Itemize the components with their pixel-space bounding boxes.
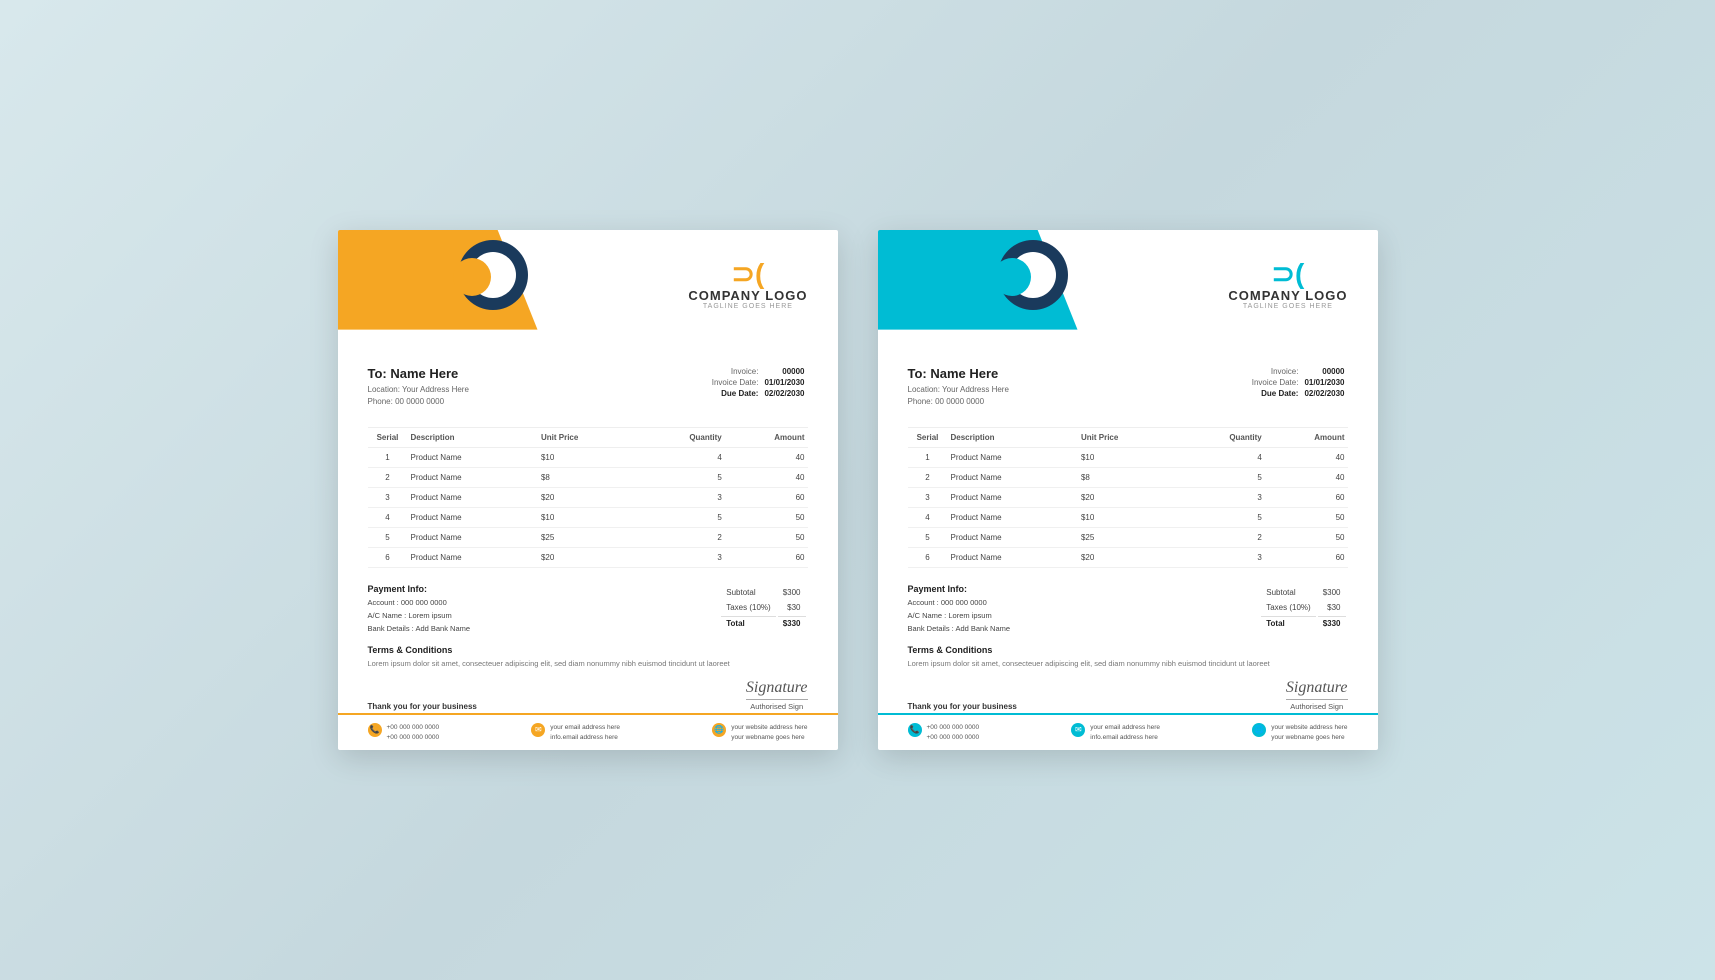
footer-blue: 📞 +00 000 000 0000 +00 000 000 0000 ✉ yo…: [878, 713, 1378, 751]
footer-phone-blue: 📞 +00 000 000 0000 +00 000 000 0000: [908, 723, 980, 743]
bill-to-blue: To: Name Here Location: Your Address Her…: [908, 366, 1249, 410]
thankyou-orange: Thank you for your business: [368, 702, 477, 711]
company-tagline-orange: TAGLINE GOES HERE: [688, 303, 807, 310]
table-row: 6 Product Name $20 3 60: [368, 548, 808, 568]
logo-symbol-blue: ⊃(: [1272, 258, 1305, 289]
web-icon-orange: 🌐: [712, 723, 726, 737]
footer-email-orange: ✉ your email address here info.email add…: [531, 723, 620, 743]
footer-phone-orange: 📞 +00 000 000 0000 +00 000 000 0000: [368, 723, 440, 743]
signature-orange: Signature Authorised Sign: [746, 678, 808, 711]
header-circle-inner-orange: [453, 258, 491, 296]
payment-info-blue: Payment Info: Account : 000 000 0000 A/C…: [908, 584, 1260, 635]
bill-to-name-orange: To: Name Here: [368, 366, 709, 381]
footer-web-text-orange: your website address here your webname g…: [731, 723, 807, 743]
col-amount-blue: Amount: [1265, 428, 1348, 448]
invoice-meta-blue: Invoice: 00000 Invoice Date: 01/01/2030 …: [1249, 366, 1348, 399]
footer-email-blue: ✉ your email address here info.email add…: [1071, 723, 1160, 743]
bill-section-orange: To: Name Here Location: Your Address Her…: [338, 350, 838, 420]
totals-blue: Subtotal $300 Taxes (10%) $30 Total $330: [1259, 584, 1347, 632]
terms-blue: Terms & Conditions Lorem ipsum dolor sit…: [878, 641, 1378, 673]
table-row: 6 Product Name $20 3 60: [908, 548, 1348, 568]
signature-label-orange: Authorised Sign: [746, 699, 808, 711]
bill-to-address-orange: Location: Your Address Here Phone: 00 00…: [368, 384, 709, 410]
table-row: 4 Product Name $10 5 50: [908, 508, 1348, 528]
email-icon-blue: ✉: [1071, 723, 1085, 737]
table-row: 1 Product Name $10 4 40: [368, 448, 808, 468]
col-desc-blue: Description: [948, 428, 1078, 448]
logo-symbol-orange: ⊃(: [732, 258, 765, 289]
phone-icon-orange: 📞: [368, 723, 382, 737]
table-row: 4 Product Name $10 5 50: [368, 508, 808, 528]
signature-label-blue: Authorised Sign: [1286, 699, 1348, 711]
company-tagline-blue: TAGLINE GOES HERE: [1228, 303, 1347, 310]
terms-orange: Terms & Conditions Lorem ipsum dolor sit…: [338, 641, 838, 673]
col-unit-blue: Unit Price: [1078, 428, 1177, 448]
col-serial-orange: Serial: [368, 428, 408, 448]
phone-icon-blue: 📞: [908, 723, 922, 737]
bottom-section-blue: Thank you for your business Signature Au…: [878, 674, 1378, 713]
table-row: 5 Product Name $25 2 50: [908, 528, 1348, 548]
header-circle-inner-blue: [993, 258, 1031, 296]
invoice-table-orange: Serial Description Unit Price Quantity A…: [368, 427, 808, 568]
summary-orange: Payment Info: Account : 000 000 0000 A/C…: [338, 576, 838, 641]
company-name-blue: COMPANY LOGO: [1228, 288, 1347, 303]
signature-blue: Signature Authorised Sign: [1286, 678, 1348, 711]
col-desc-orange: Description: [408, 428, 538, 448]
footer-phone-text-blue: +00 000 000 0000 +00 000 000 0000: [927, 723, 980, 743]
col-amount-orange: Amount: [725, 428, 808, 448]
table-row: 1 Product Name $10 4 40: [908, 448, 1348, 468]
footer-email-text-orange: your email address here info.email addre…: [550, 723, 620, 743]
table-row: 3 Product Name $20 3 60: [908, 488, 1348, 508]
footer-email-text-blue: your email address here info.email addre…: [1090, 723, 1160, 743]
company-name-orange: COMPANY LOGO: [688, 288, 807, 303]
thankyou-blue: Thank you for your business: [908, 702, 1017, 711]
col-qty-orange: Quantity: [637, 428, 725, 448]
company-logo-blue: ⊃( COMPANY LOGO TAGLINE GOES HERE: [1228, 260, 1347, 310]
invoice-header-blue: ⊃( COMPANY LOGO TAGLINE GOES HERE: [878, 230, 1378, 350]
summary-blue: Payment Info: Account : 000 000 0000 A/C…: [878, 576, 1378, 641]
table-row: 2 Product Name $8 5 40: [908, 468, 1348, 488]
col-qty-blue: Quantity: [1177, 428, 1265, 448]
invoice-meta-orange: Invoice: 00000 Invoice Date: 01/01/2030 …: [709, 366, 808, 399]
table-row: 3 Product Name $20 3 60: [368, 488, 808, 508]
bill-section-blue: To: Name Here Location: Your Address Her…: [878, 350, 1378, 420]
bill-to-name-blue: To: Name Here: [908, 366, 1249, 381]
company-logo-orange: ⊃( COMPANY LOGO TAGLINE GOES HERE: [688, 260, 807, 310]
footer-web-blue: 🌐 your website address here your webname…: [1252, 723, 1347, 743]
footer-orange: 📞 +00 000 000 0000 +00 000 000 0000 ✉ yo…: [338, 713, 838, 751]
footer-web-text-blue: your website address here your webname g…: [1271, 723, 1347, 743]
footer-web-orange: 🌐 your website address here your webname…: [712, 723, 807, 743]
invoice-card-orange: ⊃( COMPANY LOGO TAGLINE GOES HERE To: Na…: [338, 230, 838, 751]
invoice-header-orange: ⊃( COMPANY LOGO TAGLINE GOES HERE: [338, 230, 838, 350]
invoice-table-blue: Serial Description Unit Price Quantity A…: [908, 427, 1348, 568]
invoice-card-blue: ⊃( COMPANY LOGO TAGLINE GOES HERE To: Na…: [878, 230, 1378, 751]
totals-orange: Subtotal $300 Taxes (10%) $30 Total $330: [719, 584, 807, 632]
bottom-section-orange: Thank you for your business Signature Au…: [338, 674, 838, 713]
footer-phone-text-orange: +00 000 000 0000 +00 000 000 0000: [387, 723, 440, 743]
web-icon-blue: 🌐: [1252, 723, 1266, 737]
signature-text-orange: Signature: [746, 678, 808, 697]
payment-info-orange: Payment Info: Account : 000 000 0000 A/C…: [368, 584, 720, 635]
bill-to-address-blue: Location: Your Address Here Phone: 00 00…: [908, 384, 1249, 410]
email-icon-orange: ✉: [531, 723, 545, 737]
table-row: 2 Product Name $8 5 40: [368, 468, 808, 488]
col-unit-orange: Unit Price: [538, 428, 637, 448]
col-serial-blue: Serial: [908, 428, 948, 448]
table-row: 5 Product Name $25 2 50: [368, 528, 808, 548]
signature-text-blue: Signature: [1286, 678, 1348, 697]
bill-to-orange: To: Name Here Location: Your Address Her…: [368, 366, 709, 410]
page-wrapper: ⊃( COMPANY LOGO TAGLINE GOES HERE To: Na…: [338, 230, 1378, 751]
